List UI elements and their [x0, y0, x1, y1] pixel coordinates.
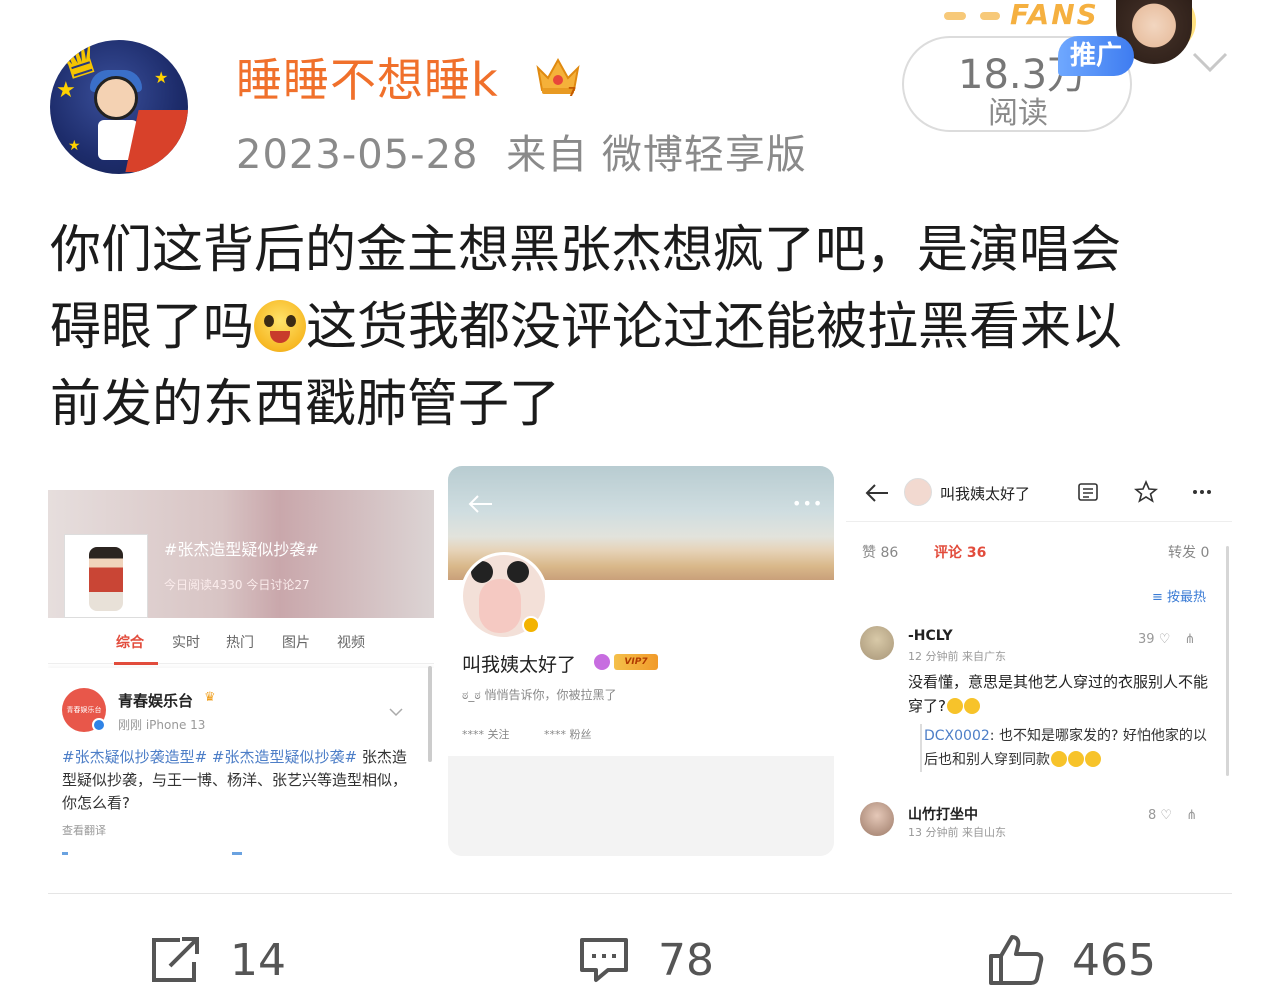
fans-count: **** 粉丝: [544, 728, 592, 741]
comments-title: 叫我姨太好了: [940, 485, 1031, 503]
verified-icon: [92, 718, 106, 732]
cute-face-emoji-icon: [254, 300, 307, 352]
profile-avatar: [904, 478, 932, 506]
account-meta: 刚刚 iPhone 13: [118, 718, 206, 732]
vip-badge: VIP7: [614, 654, 658, 670]
read-label: 阅读: [988, 96, 1048, 131]
topic-title: #张杰造型疑似抄袭#: [164, 540, 319, 559]
comment-icon: [580, 938, 628, 982]
share-icon: ⋔: [1186, 808, 1198, 823]
tab-videos[interactable]: 视频: [337, 632, 365, 652]
thumbs-up-icon: [989, 935, 1044, 985]
image-topic-screenshot[interactable]: #张杰造型疑似抄袭# 今日阅读4330 今日讨论27 综合 实时 热门 图片 视…: [48, 466, 434, 856]
star-outline-icon: [1134, 480, 1158, 503]
follow-count: **** 关注: [462, 728, 510, 741]
emoji-icon: [963, 698, 980, 714]
commenter-avatar: [860, 626, 894, 660]
more-icon: [1193, 490, 1211, 494]
repost-icon: [152, 937, 199, 982]
more-icon: •••: [792, 494, 824, 513]
username[interactable]: 睡睡不想睡k: [236, 44, 499, 110]
likes-stat: 赞 86: [862, 545, 899, 561]
like-button[interactable]: 465: [988, 930, 1156, 990]
chevron-down-icon: [389, 708, 403, 717]
member-badge-icon: [594, 654, 610, 670]
star-icon: ★: [56, 78, 76, 103]
promo-badge[interactable]: 推广: [1058, 36, 1134, 76]
verified-icon: [522, 616, 540, 634]
tab-realtime[interactable]: 实时: [172, 632, 200, 652]
chevron-down-icon[interactable]: [1190, 42, 1230, 82]
topic-post-card: 青春娱乐台 青春娱乐台 ♛ 刚刚 iPhone 13 #张杰疑似抄袭造型# #张…: [48, 668, 434, 856]
emoji-icon: [1068, 751, 1084, 767]
thumbs-up-icon: ♡: [1158, 632, 1171, 647]
tab-all[interactable]: 综合: [116, 632, 144, 652]
emoji-icon: [1051, 751, 1067, 767]
topic-header: #张杰造型疑似抄袭# 今日阅读4330 今日讨论27: [48, 490, 434, 618]
image-comments-screenshot[interactable]: 叫我姨太好了 赞 86 评论 36 转发 0 ≡ 按最热 -HCLY 12 分钟…: [846, 466, 1232, 856]
like-count: 465: [1072, 934, 1156, 986]
image-profile-screenshot[interactable]: ••• 叫我姨太好了 VIP7 ಠ_ಠ 悄悄告诉你，你被拉黑了 **** 关注 …: [448, 466, 834, 856]
emoji-icon: [1085, 751, 1101, 767]
post-date: 2023-05-28: [236, 132, 479, 178]
emoji-icon: [946, 698, 963, 714]
translate-link: 查看翻译: [62, 824, 106, 837]
blocked-message: ಠ_ಠ 悄悄告诉你，你被拉黑了: [462, 688, 617, 702]
comment-time: 12 分钟前 来自广东: [908, 650, 1006, 663]
tab-images[interactable]: 图片: [282, 632, 310, 652]
profile-name: 叫我姨太好了: [462, 654, 577, 676]
comments-stat: 评论 36: [934, 545, 987, 561]
comments-topbar: 叫我姨太好了: [846, 466, 1232, 522]
post-source[interactable]: 来自 微博轻享版: [506, 132, 807, 178]
fans-label: FANS: [1010, 0, 1099, 31]
comment-count: 78: [658, 934, 714, 986]
comment-reply: DCX0002: 也不知是哪家发的? 好怕他家的以后也和别人穿到同款: [920, 724, 1220, 772]
commenter-avatar: [860, 802, 894, 836]
sort-hot: ≡ 按最热: [1152, 590, 1207, 605]
back-arrow-icon: [468, 495, 492, 513]
topic-post-text: #张杰疑似抄袭造型# #张杰造型疑似抄袭# 张杰造型疑似抄袭，与王一博、杨洋、张…: [62, 748, 408, 812]
svg-text:7: 7: [568, 85, 576, 98]
repost-count: 14: [230, 934, 286, 986]
topic-tabs: 综合 实时 热门 图片 视频: [48, 618, 434, 665]
star-icon: ★: [154, 68, 169, 87]
comment-time: 13 分钟前 来自山东: [908, 826, 1006, 839]
comment-like: 39 ♡ ⋔: [1138, 632, 1196, 647]
thumbs-up-icon: ♡: [1160, 808, 1173, 823]
topic-photo: [64, 534, 148, 618]
comment-button[interactable]: 78: [578, 930, 714, 990]
repost-button[interactable]: 14: [150, 930, 286, 990]
vip-crown-icon: 7: [536, 57, 580, 98]
post-text: 你们这背后的金主想黑张杰想疯了吧，是演唱会 碍眼了吗 这货我都没评论过还能被拉黑看…: [50, 221, 1123, 434]
share-icon: ⋔: [1184, 632, 1196, 647]
commenter-name: -HCLY: [908, 628, 953, 644]
comment-text: 没看懂，意思是其他艺人穿过的衣服别人不能穿了?: [908, 673, 1209, 715]
account-name: 青春娱乐台: [118, 692, 194, 710]
user-avatar[interactable]: ♛ ★ ★ ★: [50, 40, 188, 174]
commenter-name: 山竹打坐中: [908, 807, 978, 823]
tab-hot[interactable]: 热门: [226, 632, 254, 652]
back-arrow-icon: [865, 484, 888, 502]
comment-like: 8 ♡ ⋔: [1148, 808, 1198, 823]
sort-icon: ≡: [1152, 590, 1168, 605]
star-icon: ★: [68, 138, 81, 154]
reposts-stat: 转发 0: [1168, 545, 1210, 561]
topic-stats: 今日阅读4330 今日讨论27: [164, 578, 310, 592]
list-icon: [1078, 483, 1098, 501]
crown-icon: ♛: [204, 690, 216, 705]
